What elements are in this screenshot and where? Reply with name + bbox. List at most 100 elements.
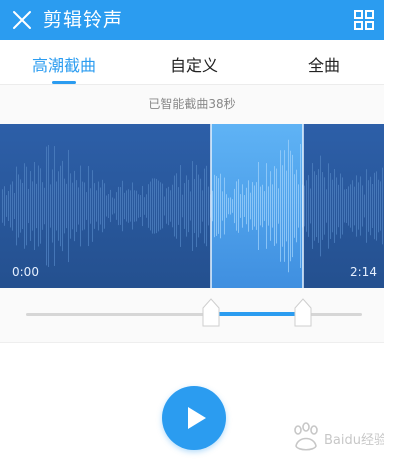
tab-custom[interactable]: 自定义 [170, 52, 218, 76]
wave-bar [118, 186, 119, 226]
wave-bar [256, 182, 257, 230]
wave-bar [192, 161, 193, 251]
wave-bar [374, 172, 375, 240]
wave-bar [6, 195, 7, 217]
watermark-text: Baidu经验 [324, 432, 384, 448]
wave-bar [278, 188, 279, 224]
wave-bar [42, 182, 43, 230]
wave-bar [132, 182, 133, 230]
wave-bar [96, 190, 97, 222]
wave-bar [134, 190, 135, 222]
play-button[interactable] [162, 386, 226, 450]
wave-bar [110, 189, 111, 223]
wave-bar [232, 199, 233, 213]
wave-bar [298, 184, 299, 228]
wave-bar [66, 183, 67, 229]
wave-bar [228, 197, 229, 215]
wave-bar [328, 163, 329, 249]
wave-bar [250, 192, 251, 220]
wave-bar [48, 145, 49, 267]
wave-bar [162, 183, 163, 229]
wave-bar [76, 180, 77, 232]
wave-bar [152, 178, 153, 234]
wave-bar [32, 181, 33, 231]
wave-bar [30, 171, 31, 241]
wave-bar [100, 187, 101, 225]
wave-bar [264, 191, 265, 221]
end-handle[interactable] [293, 298, 313, 328]
wave-bar [60, 165, 61, 247]
wave-bar [190, 191, 191, 221]
waveform[interactable] [0, 124, 384, 288]
wave-bar [116, 192, 117, 220]
trim-hint: 已智能截曲38秒 [148, 97, 236, 111]
wave-bar [314, 171, 315, 241]
wave-bar [372, 183, 373, 229]
wave-bar [104, 183, 105, 229]
wave-bar [160, 182, 161, 230]
wave-bar [94, 183, 95, 229]
wave-bar [174, 175, 175, 237]
wave-bar [380, 181, 381, 231]
wave-bar [366, 169, 367, 243]
wave-bar [252, 182, 253, 230]
tab-climax[interactable]: 高潮截曲 [32, 52, 96, 76]
wave-bar [286, 170, 287, 242]
wave-bar [206, 165, 207, 247]
wave-bar [350, 184, 351, 228]
baidu-jingyan-watermark: Baidu经验 [294, 422, 384, 451]
close-icon[interactable] [10, 8, 34, 32]
wave-bar [368, 180, 369, 232]
wave-bar [312, 163, 313, 249]
wave-bar [288, 139, 289, 273]
wave-bar [44, 187, 45, 225]
wave-bar [282, 165, 283, 247]
wave-bar [270, 171, 271, 241]
wave-bar [46, 146, 47, 266]
wave-bar [146, 194, 147, 218]
wave-bar [254, 185, 255, 227]
wave-bar [158, 180, 159, 232]
wave-bar [356, 175, 357, 237]
wave-bar [22, 182, 23, 230]
wave-bar [274, 166, 275, 246]
wave-bar [308, 175, 309, 237]
wave-bar [290, 150, 291, 262]
wave-bar [204, 168, 205, 244]
wave-bar [184, 183, 185, 229]
wave-bar [80, 165, 81, 247]
wave-bar [130, 190, 131, 222]
wave-bar [62, 160, 63, 252]
wave-bar [136, 190, 137, 222]
wave-bar [348, 186, 349, 226]
wave-bar [106, 195, 107, 217]
wave-bar [212, 190, 213, 222]
wave-bar [342, 177, 343, 235]
start-handle[interactable] [201, 298, 221, 328]
wave-bar [84, 182, 85, 230]
wave-bar [202, 190, 203, 222]
wave-bar [248, 180, 249, 232]
wave-bar [82, 181, 83, 231]
wave-bar [92, 170, 93, 242]
wave-bar [74, 170, 75, 242]
wave-bar [338, 184, 339, 228]
tab-full[interactable]: 全曲 [308, 52, 340, 76]
wave-bar [50, 184, 51, 228]
wave-bar [172, 184, 173, 228]
wave-bar [124, 192, 125, 220]
waveform-panel[interactable]: 0:00 2:14 [0, 124, 384, 288]
grid-icon[interactable] [352, 8, 376, 32]
wave-bar [226, 194, 227, 218]
wave-bar [258, 162, 259, 250]
wave-bar [208, 186, 209, 226]
wave-bar [266, 163, 267, 249]
wave-bar [168, 186, 169, 226]
wave-bar [148, 184, 149, 228]
wave-bar [336, 177, 337, 235]
play-icon [188, 407, 206, 429]
wave-bar [122, 180, 123, 232]
wave-bar [216, 176, 217, 236]
wave-bar [360, 176, 361, 236]
wave-bar [2, 189, 3, 223]
